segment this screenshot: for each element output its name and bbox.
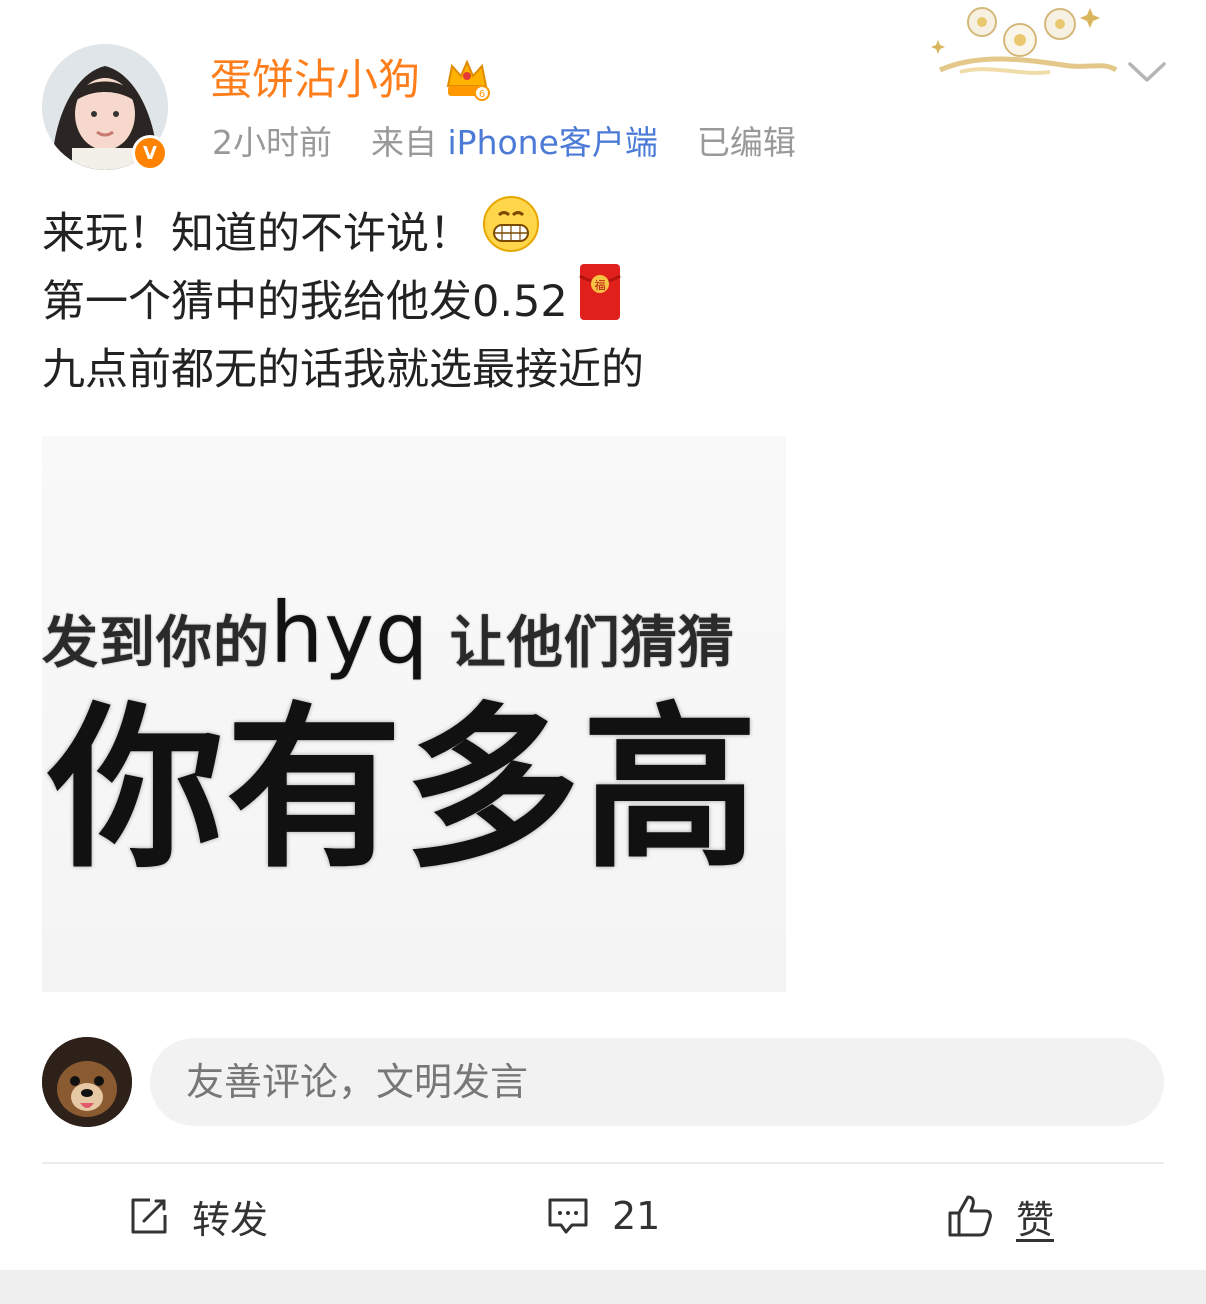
- post-text-line: 第一个猜中的我给他发0.52 福: [42, 264, 1162, 336]
- like-label: 赞: [1016, 1197, 1055, 1242]
- post-text-line-1: 来玩！知道的不许说！: [42, 209, 472, 259]
- member-crown-icon[interactable]: 6: [444, 56, 490, 102]
- repost-icon: [131, 1198, 167, 1234]
- repost-button[interactable]: 转发: [128, 1186, 268, 1246]
- viewer-avatar[interactable]: [42, 1037, 132, 1127]
- comment-button[interactable]: 21: [546, 1186, 660, 1246]
- red-envelope-emoji-icon: 福: [578, 262, 622, 342]
- meme-caption-top: 发到你的hyq 让他们猜猜: [42, 588, 786, 689]
- verified-badge-icon: V: [132, 135, 168, 171]
- post-image[interactable]: 发到你的hyq 让他们猜猜 你有多高: [42, 436, 786, 992]
- red-envelope-char: 福: [594, 278, 605, 292]
- edited-label[interactable]: 已编辑: [697, 123, 796, 162]
- post-text-line-3: 九点前都无的话我就选最接近的: [42, 345, 644, 395]
- bottom-separator: [0, 1270, 1206, 1304]
- like-button[interactable]: 赞: [946, 1186, 1054, 1246]
- post-meta: 2小时前 来自 iPhone客户端 已编辑: [212, 118, 796, 168]
- post-text-line: 九点前都无的话我就选最接近的: [42, 336, 1162, 404]
- meme-caption-hyq: hyq: [270, 584, 430, 682]
- post-text-line-2: 第一个猜中的我给他发0.52: [42, 277, 568, 327]
- chevron-down-icon[interactable]: [1126, 56, 1168, 86]
- grinning-face-emoji-icon: [482, 195, 540, 273]
- bouquet-decoration-icon: [931, 7, 1118, 75]
- meme-caption-top-a: 发到你的: [42, 611, 270, 676]
- meme-caption-main: 你有多高: [48, 687, 761, 892]
- post-text-line: 来玩！知道的不许说！: [42, 196, 1162, 268]
- post-source-device[interactable]: iPhone客户端: [448, 123, 658, 162]
- post-time: 2小时前: [212, 123, 332, 162]
- svg-text:6: 6: [479, 89, 485, 100]
- post-text: 来玩！知道的不许说！ 第一个猜中的我给他发0.52 福 九点前都无的话我就选最接…: [42, 196, 1162, 404]
- post-source-prefix: 来自: [371, 123, 437, 162]
- meme-caption-top-b: 让他们猜猜: [429, 611, 735, 676]
- comment-input[interactable]: [150, 1038, 1164, 1126]
- comment-icon: [548, 1198, 588, 1234]
- comment-count: 21: [612, 1194, 661, 1238]
- divider: [42, 1162, 1164, 1164]
- repost-label: 转发: [192, 1197, 269, 1242]
- thumbs-up-icon: [948, 1195, 992, 1237]
- author-name[interactable]: 蛋饼沾小狗: [210, 52, 420, 108]
